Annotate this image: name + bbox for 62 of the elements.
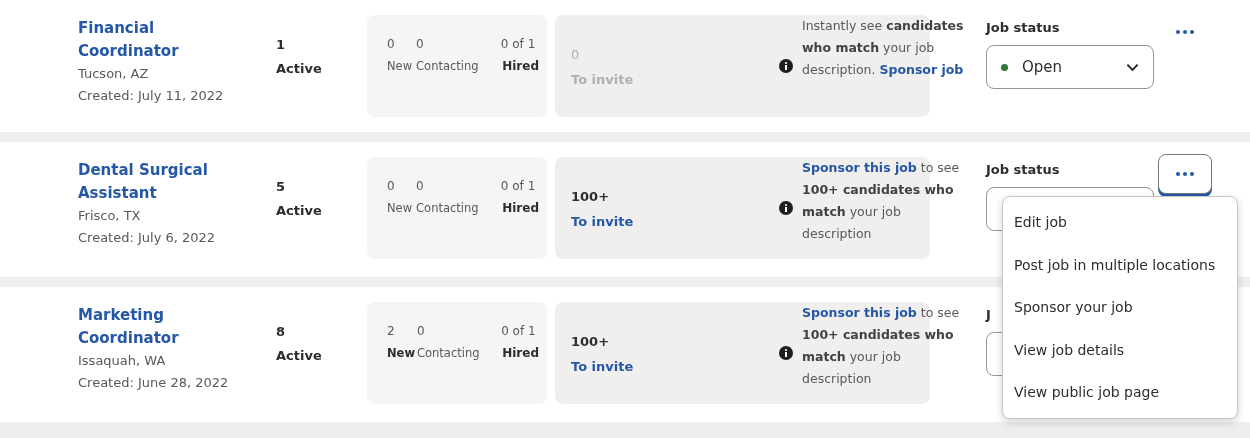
created-date: Created: July 11, 2022	[78, 87, 225, 105]
to-invite-link[interactable]: To invite	[571, 359, 634, 374]
stat-count: 0 of 1	[499, 178, 536, 195]
stat-label: New	[387, 58, 413, 75]
invite-count: 0	[571, 46, 581, 64]
job-title-link[interactable]: Marketing Coordinator	[78, 304, 248, 350]
stat-count: 0	[387, 178, 396, 195]
info-icon[interactable]	[779, 59, 793, 73]
created-date: Created: June 28, 2022	[78, 374, 230, 392]
sponsor-message: Sponsor this job to see 100+ candidates who match your job description	[802, 304, 961, 388]
stat-label: Contacting	[417, 345, 481, 362]
job-location: Tucson, AZ	[78, 65, 150, 83]
job-location: Frisco, TX	[78, 207, 142, 225]
job-title-link[interactable]: Financial Coordinator	[78, 17, 248, 63]
menu-item[interactable]: View job details	[1003, 328, 1237, 371]
job-status-label: Job status	[986, 19, 1060, 37]
sponsor-message: Instantly see candidates who match your job description. Sponsor job	[802, 17, 965, 79]
created-date: Created: July 6, 2022	[78, 229, 217, 247]
stat-label: Hired	[501, 200, 539, 217]
active-count: 5	[276, 178, 287, 196]
ellipsis-icon	[1176, 172, 1194, 176]
sponsor-link[interactable]: Sponsor this job	[802, 160, 917, 175]
menu-item[interactable]: View public job page	[1003, 371, 1237, 414]
stat-count: 0 of 1	[500, 323, 536, 340]
sponsor-link[interactable]: Sponsor job	[879, 62, 964, 77]
status-value: Open	[1022, 58, 1064, 76]
active-label: Active	[276, 202, 323, 220]
job-status-label: J	[986, 306, 991, 324]
menu-item[interactable]: Sponsor your job	[1003, 286, 1237, 329]
info-icon[interactable]	[779, 346, 793, 360]
stat-count: 0	[387, 36, 396, 53]
job-status-dropdown[interactable]: Open	[986, 45, 1154, 89]
to-invite-link: To invite	[571, 72, 634, 87]
ellipsis-icon	[1176, 30, 1194, 34]
stat-label: Contacting	[416, 58, 480, 75]
stat-label: Hired	[501, 58, 539, 75]
invite-count: 100+	[571, 188, 611, 206]
menu-item[interactable]: Post job in multiple locations	[1003, 243, 1237, 286]
stat-count: 0	[417, 323, 426, 340]
active-label: Active	[276, 347, 323, 365]
active-count: 1	[276, 36, 287, 54]
stat-count: 0	[416, 36, 425, 53]
job-location: Issaquah, WA	[78, 352, 167, 370]
stat-count: 2	[387, 323, 396, 340]
stat-label: New	[387, 200, 413, 217]
stat-count: 0	[416, 178, 425, 195]
to-invite-link[interactable]: To invite	[571, 214, 634, 229]
menu-item[interactable]: Edit job	[1003, 201, 1237, 244]
sponsor-link[interactable]: Sponsor this job	[802, 305, 917, 320]
chevron-down-icon	[1126, 62, 1139, 72]
active-count: 8	[276, 323, 287, 341]
active-label: Active	[276, 60, 323, 78]
stat-count: 0 of 1	[499, 36, 536, 53]
job-status-label: Job status	[986, 161, 1060, 179]
sponsor-message: Sponsor this job to see 100+ candidates who match your job description	[802, 159, 961, 243]
stat-label: Contacting	[416, 200, 480, 217]
stat-label: New	[387, 345, 413, 362]
info-icon[interactable]	[779, 201, 793, 215]
job-title-link[interactable]: Dental Surgical Assistant	[78, 159, 248, 205]
more-options-button[interactable]	[1158, 154, 1212, 194]
stat-label: Hired	[501, 345, 539, 362]
invite-count: 100+	[571, 333, 611, 351]
